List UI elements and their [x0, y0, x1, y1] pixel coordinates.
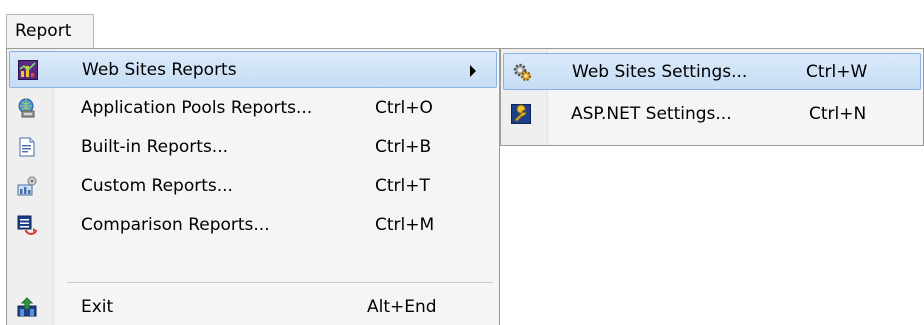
- menu-item-label: Exit: [81, 297, 114, 317]
- web-sites-reports-submenu: Web Sites Settings... Ctrl+W ASP.NET Set…: [500, 48, 924, 146]
- menu-report[interactable]: Report: [6, 14, 94, 48]
- menu-item-shortcut: Ctrl+O: [375, 98, 433, 118]
- menu-item-label: Application Pools Reports...: [81, 98, 313, 118]
- menu-item-shortcut: Alt+End: [367, 297, 437, 317]
- menu-item-built-in-reports[interactable]: Built-in Reports... Ctrl+B: [9, 129, 497, 166]
- menu-separator: [67, 282, 493, 283]
- menu-item-label: Comparison Reports...: [81, 215, 270, 235]
- menu-item-shortcut: Ctrl+B: [375, 137, 432, 157]
- menu-item-label: Web Sites Reports: [82, 60, 237, 80]
- compare-icon: [17, 215, 37, 235]
- chart-icon: [18, 60, 38, 80]
- submenu-item-shortcut: Ctrl+W: [806, 62, 868, 82]
- custom-chart-icon: [17, 176, 37, 196]
- menu-item-label: Built-in Reports...: [81, 137, 229, 157]
- submenu-arrow-icon: [470, 65, 476, 77]
- submenu-item-label: ASP.NET Settings...: [571, 104, 732, 124]
- wrench-icon: [511, 104, 531, 124]
- globe-server-icon: [17, 98, 37, 118]
- exit-icon: [17, 297, 37, 317]
- report-menu-screen: Report Web Sites Reports Application Poo…: [0, 0, 924, 325]
- submenu-item-shortcut: Ctrl+N: [809, 104, 867, 124]
- submenu-item-label: Web Sites Settings...: [572, 62, 748, 82]
- menu-item-label: Custom Reports...: [81, 176, 233, 196]
- menu-report-label: Report: [15, 21, 72, 41]
- submenu-item-asp-net-settings[interactable]: ASP.NET Settings... Ctrl+N: [503, 96, 921, 133]
- menu-item-exit[interactable]: Exit Alt+End: [9, 289, 497, 325]
- menu-item-shortcut: Ctrl+T: [375, 176, 430, 196]
- menu-item-application-pools-reports[interactable]: Application Pools Reports... Ctrl+O: [9, 90, 497, 127]
- report-dropdown: Web Sites Reports Application Pools Repo…: [6, 48, 500, 325]
- menu-item-web-sites-reports[interactable]: Web Sites Reports: [9, 51, 497, 88]
- menu-item-comparison-reports[interactable]: Comparison Reports... Ctrl+M: [9, 207, 497, 244]
- menu-item-custom-reports[interactable]: Custom Reports... Ctrl+T: [9, 168, 497, 205]
- submenu-item-web-sites-settings[interactable]: Web Sites Settings... Ctrl+W: [503, 53, 921, 90]
- menu-item-shortcut: Ctrl+M: [375, 215, 435, 235]
- document-icon: [17, 137, 37, 157]
- gears-icon: [512, 62, 532, 82]
